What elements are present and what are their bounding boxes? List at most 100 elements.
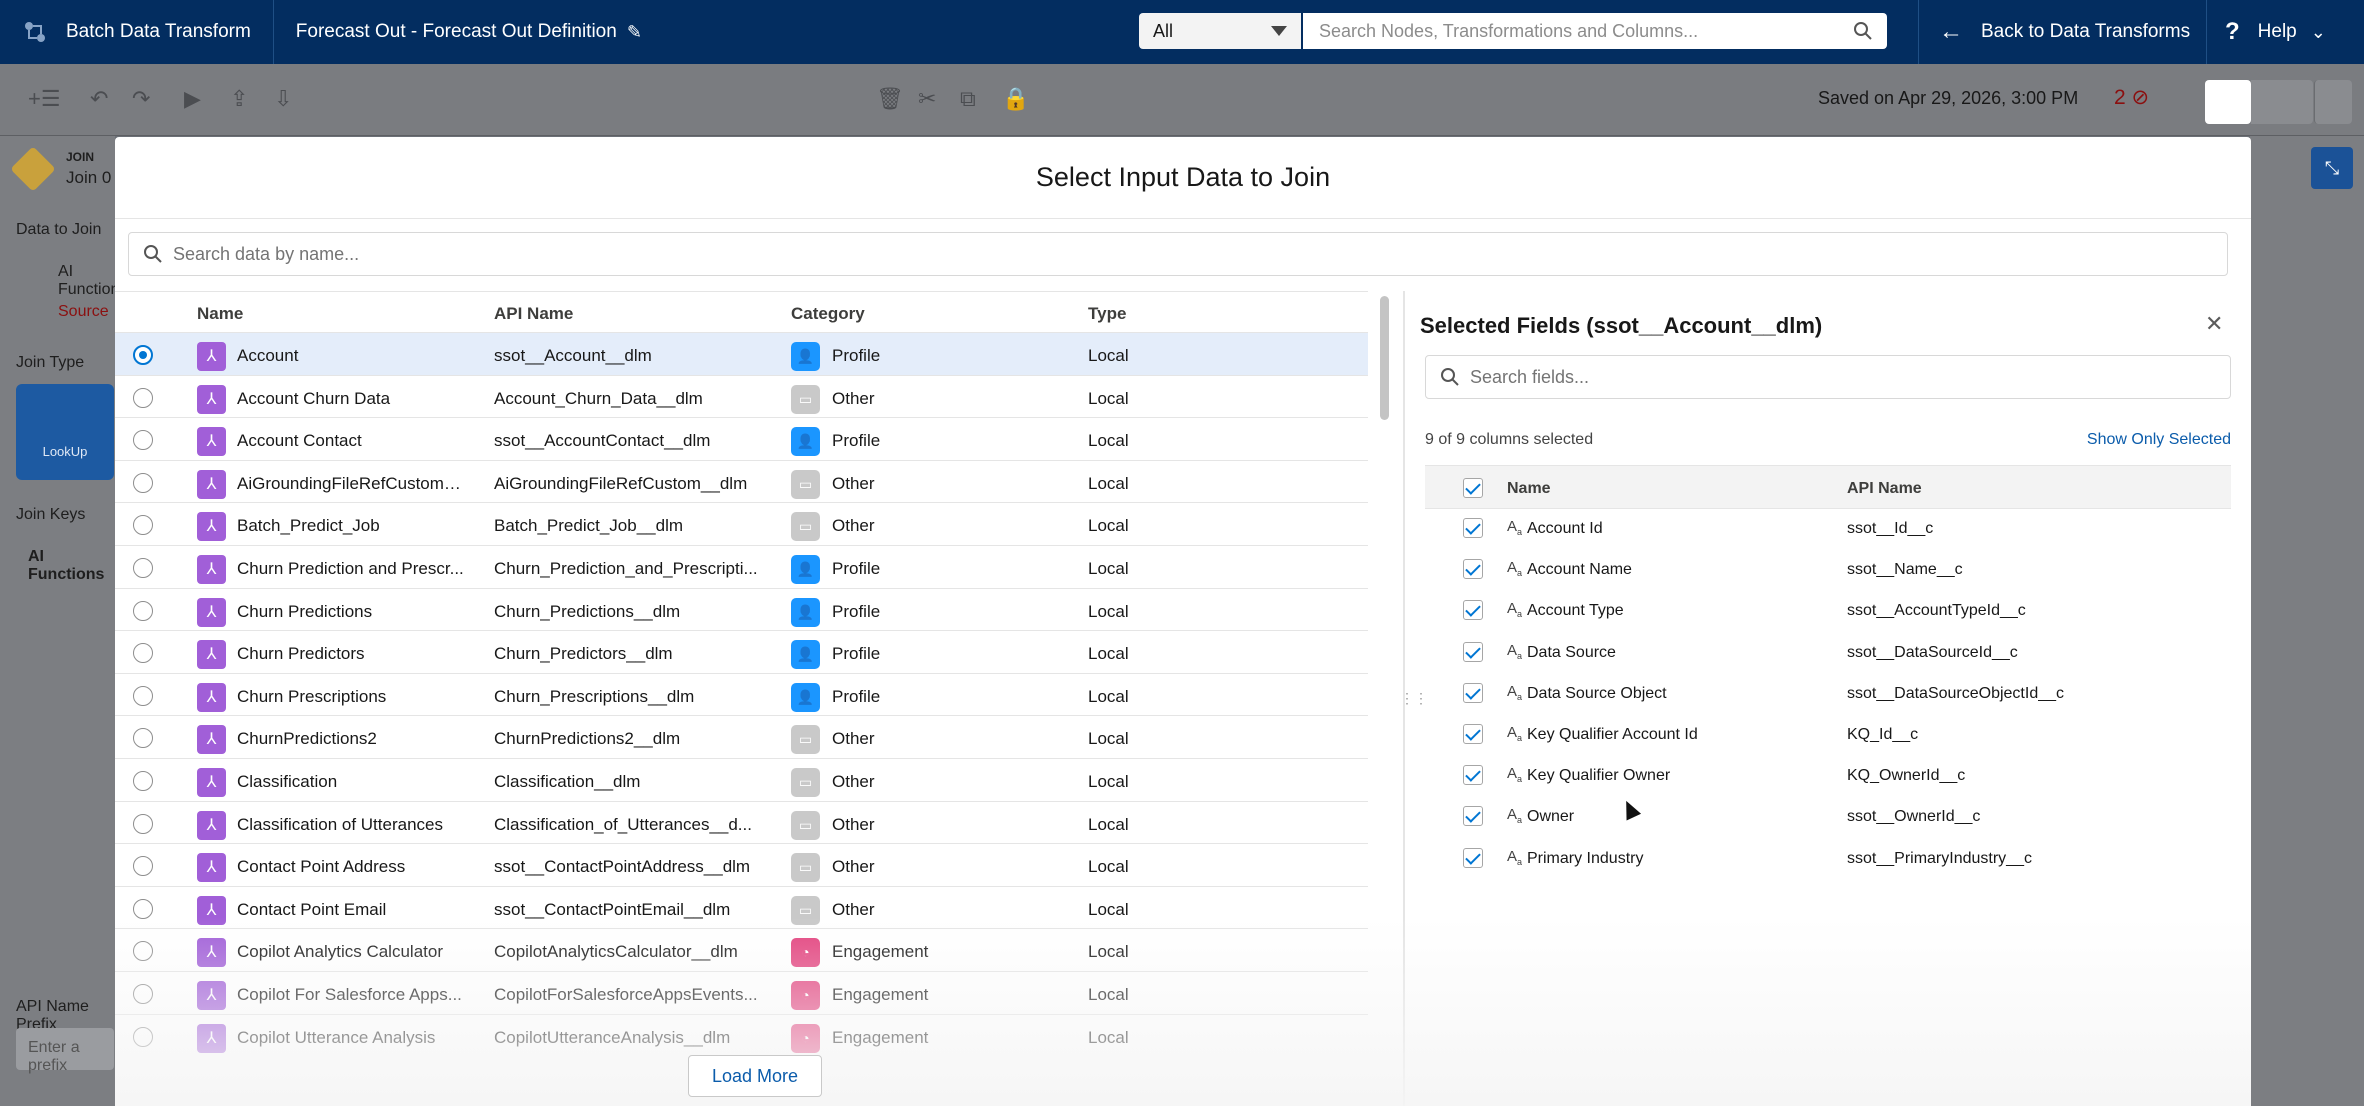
table-row[interactable]: ⅄ Contact Point Address ssot__ContactPoint…: [115, 843, 1368, 886]
field-checkbox[interactable]: [1463, 641, 1483, 662]
row-radio[interactable]: [133, 515, 153, 536]
field-row[interactable]: Aa Account Id ssot__Id__c: [1425, 509, 2231, 550]
field-row[interactable]: Aa Key Qualifier Owner KQ_OwnerId__c: [1425, 756, 2231, 797]
engagement-category-icon: ◔: [791, 938, 820, 968]
text-type-icon: Aa: [1507, 559, 1523, 579]
input-source[interactable]: Source: [58, 303, 109, 321]
col-category-header[interactable]: Category: [791, 304, 865, 324]
table-row[interactable]: ⅄ Copilot For Salesforce Apps... CopilotFo…: [115, 970, 1368, 1014]
table-row[interactable]: ⅄ Classification Classification__dlm ▭ Other…: [115, 757, 1368, 801]
row-radio[interactable]: [133, 685, 153, 706]
select-all-checkbox[interactable]: [1463, 478, 1483, 498]
search-scope-value: All: [1153, 20, 1174, 41]
add-node-icon[interactable]: +☰: [28, 86, 61, 112]
table-row[interactable]: ⅄ Account ssot__Account__dlm 👤 Profile Local: [115, 332, 1368, 375]
fields-table-header: Name API Name: [1425, 465, 2231, 509]
run-icon[interactable]: ▶: [184, 86, 201, 112]
field-row[interactable]: Aa Account Type ssot__AccountTypeId__c: [1425, 591, 2231, 632]
table-row[interactable]: ⅄ Copilot Utterance Analysis CopilotUttera…: [115, 1013, 1368, 1057]
columns-selected-count: 9 of 9 columns selected: [1425, 431, 1594, 448]
back-to-data-transforms-button[interactable]: ← Back to Data Transforms: [1918, 0, 2210, 64]
row-radio[interactable]: [133, 600, 153, 621]
table-row[interactable]: ⅄ Contact Point Email ssot__ContactPointEm…: [115, 885, 1368, 929]
table-scrollbar-thumb[interactable]: [1380, 296, 1389, 420]
search-scope-select[interactable]: All: [1139, 13, 1301, 49]
edit-pencil-icon[interactable]: ✎: [627, 22, 642, 43]
field-checkbox[interactable]: [1463, 765, 1483, 786]
field-row[interactable]: Aa Data Source ssot__DataSourceId__c: [1425, 633, 2231, 674]
row-radio[interactable]: [133, 557, 153, 578]
field-checkbox[interactable]: [1463, 682, 1483, 703]
field-row[interactable]: Aa Key Qualifier Account Id KQ_Id__c: [1425, 715, 2231, 756]
table-row[interactable]: ⅄ Churn Prediction and Prescr... Churn_Pre…: [115, 544, 1368, 588]
table-row[interactable]: ⅄ Classification of Utterances Classificat…: [115, 800, 1368, 844]
upload-icon[interactable]: ⇪: [230, 86, 248, 112]
row-radio[interactable]: [133, 430, 153, 451]
load-more-button[interactable]: Load More: [688, 1055, 822, 1097]
save-button[interactable]: [2205, 80, 2251, 124]
api-name-prefix-input[interactable]: Enter a prefix: [16, 1028, 114, 1074]
col-api-name-header[interactable]: API Name: [494, 304, 573, 324]
row-radio[interactable]: [133, 1026, 153, 1047]
row-radio[interactable]: [133, 345, 153, 365]
row-name: Churn Predictors: [237, 644, 365, 664]
field-row[interactable]: Aa Primary Industry ssot__PrimaryIndustry_…: [1425, 839, 2231, 880]
join-type-lookup-tile[interactable]: LookUp: [16, 384, 114, 480]
redo-icon[interactable]: ↷: [132, 86, 150, 112]
table-row[interactable]: ⅄ Copilot Analytics Calculator CopilotAnal…: [115, 928, 1368, 971]
row-radio[interactable]: [133, 472, 153, 493]
field-checkbox[interactable]: [1463, 600, 1483, 621]
table-row[interactable]: ⅄ Account Contact ssot__AccountContact__dl…: [115, 417, 1368, 460]
field-checkbox[interactable]: [1463, 518, 1483, 538]
show-only-selected-link[interactable]: Show Only Selected: [2087, 431, 2231, 449]
table-row[interactable]: ⅄ Churn Predictors Churn_Predictors__dlm 👤 P…: [115, 630, 1368, 673]
field-checkbox[interactable]: [1463, 724, 1483, 744]
row-radio[interactable]: [133, 983, 153, 1004]
row-type: Local: [1088, 473, 1129, 493]
fields-search-input[interactable]: Search fields...: [1425, 355, 2231, 399]
collapse-panel-icon[interactable]: ⤡: [2311, 147, 2353, 189]
row-radio[interactable]: [133, 941, 153, 962]
undo-icon[interactable]: ↶: [90, 86, 108, 112]
row-radio[interactable]: [133, 387, 153, 408]
lock-icon[interactable]: 🔒: [1002, 86, 1029, 112]
field-row[interactable]: Aa Owner ssot__OwnerId__c: [1425, 797, 2231, 838]
field-checkbox[interactable]: [1463, 806, 1483, 827]
global-search-input[interactable]: Search Nodes, Transformations and Column…: [1303, 13, 1887, 49]
row-api-name: CopilotAnalyticsCalculator__dlm: [494, 942, 738, 962]
data-object-icon: ⅄: [197, 554, 226, 584]
download-icon[interactable]: ⇩: [274, 86, 292, 112]
field-checkbox[interactable]: [1463, 847, 1483, 868]
field-checkbox[interactable]: [1463, 559, 1483, 580]
row-radio[interactable]: [133, 643, 153, 664]
data-search-input[interactable]: Search data by name...: [128, 232, 2228, 276]
row-api-name: ChurnPredictions2__dlm: [494, 729, 681, 749]
help-menu-button[interactable]: ? Help ⌄: [2206, 0, 2344, 64]
row-radio[interactable]: [133, 856, 153, 877]
cut-icon[interactable]: ✂: [918, 86, 936, 112]
app-launcher[interactable]: Batch Data Transform: [0, 0, 274, 64]
table-row[interactable]: ⅄ ChurnPredictions2 ChurnPredictions2__dlm…: [115, 715, 1368, 758]
back-label: Back to Data Transforms: [1981, 21, 2191, 42]
field-row[interactable]: Aa Data Source Object ssot__DataSourceObje…: [1425, 674, 2231, 715]
profile-category-icon: 👤: [791, 597, 820, 627]
table-row[interactable]: ⅄ AiGroundingFileRefCustom_... AiGrounding…: [115, 459, 1368, 503]
close-icon[interactable]: ✕: [2205, 311, 2223, 337]
row-radio[interactable]: [133, 770, 153, 791]
table-row[interactable]: ⅄ Churn Predictions Churn_Predictions__dlm…: [115, 587, 1368, 631]
error-count-badge[interactable]: 2 ⊘: [2114, 85, 2149, 110]
col-name-header[interactable]: Name: [197, 304, 243, 324]
row-api-name: ssot__AccountContact__dlm: [494, 431, 711, 451]
copy-icon[interactable]: ⧉: [960, 86, 976, 112]
table-row[interactable]: ⅄ Churn Prescriptions Churn_Prescriptions_…: [115, 672, 1368, 716]
row-radio[interactable]: [133, 813, 153, 834]
table-row[interactable]: ⅄ Account Churn Data Account_Churn_Data__d…: [115, 374, 1368, 418]
table-row[interactable]: ⅄ Batch_Predict_Job Batch_Predict_Job__dlm…: [115, 502, 1368, 545]
col-type-header[interactable]: Type: [1088, 304, 1126, 324]
field-row[interactable]: Aa Account Name ssot__Name__c: [1425, 550, 2231, 591]
delete-icon[interactable]: 🗑: [876, 86, 904, 112]
save-options-dropdown[interactable]: [2314, 80, 2352, 124]
row-name: AiGroundingFileRefCustom_...: [237, 473, 467, 493]
row-radio[interactable]: [133, 728, 153, 749]
row-radio[interactable]: [133, 898, 153, 919]
